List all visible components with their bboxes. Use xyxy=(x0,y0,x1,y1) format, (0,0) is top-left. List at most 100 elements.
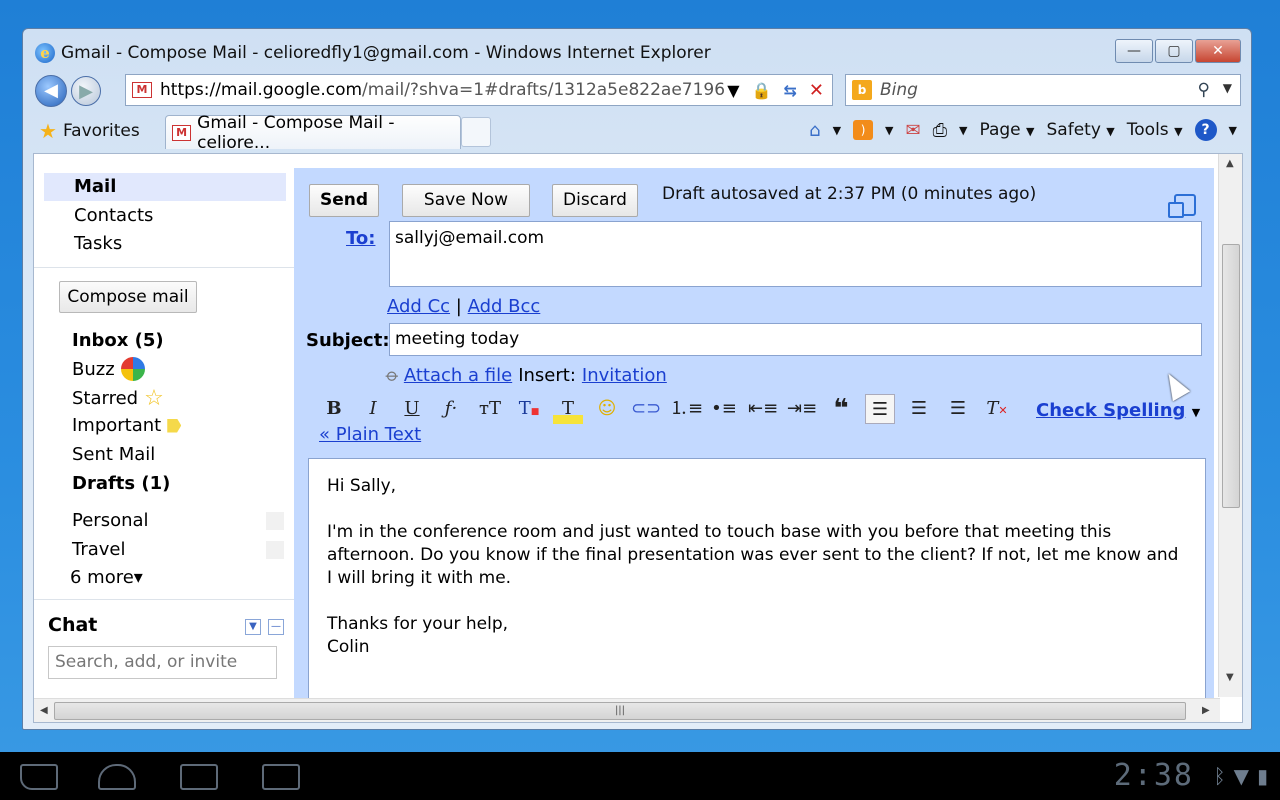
quote-icon[interactable]: ❝ xyxy=(826,394,856,424)
lock-icon[interactable]: 🔒 xyxy=(752,81,772,100)
scroll-right-icon[interactable]: ▶ xyxy=(1202,705,1210,716)
numbered-list-icon[interactable]: ⒈≡ xyxy=(670,394,703,424)
align-center-icon[interactable]: ☰ xyxy=(904,394,934,424)
discard-button[interactable]: Discard xyxy=(552,184,638,217)
vertical-scrollbar[interactable]: ▲ ▼ xyxy=(1218,154,1242,697)
nav-mail[interactable]: Mail xyxy=(44,173,286,201)
nav-contacts[interactable]: Contacts xyxy=(44,202,286,230)
compose-mail-button[interactable]: Compose mail xyxy=(59,281,197,313)
forward-button[interactable]: ▶ xyxy=(71,76,101,106)
important-marker-icon xyxy=(167,418,182,433)
subject-field[interactable]: meeting today xyxy=(389,323,1202,356)
home-icon[interactable]: ⌂ xyxy=(809,120,820,141)
folder-starred[interactable]: Starred ☆ xyxy=(72,386,164,411)
label-color-swatch[interactable] xyxy=(266,512,284,530)
insert-label: Insert: xyxy=(518,365,576,386)
safety-menu[interactable]: Safety ▼ xyxy=(1047,120,1115,140)
more-labels-link[interactable]: 6 more▾ xyxy=(70,567,143,588)
align-left-icon[interactable]: ☰ xyxy=(865,394,895,424)
chat-title: Chat xyxy=(48,614,98,636)
attach-file-link[interactable]: Attach a file xyxy=(404,365,512,386)
stop-icon[interactable]: ✕ xyxy=(809,80,824,101)
search-dropdown-icon[interactable]: ▼ xyxy=(1223,81,1232,95)
label-travel[interactable]: Travel xyxy=(72,539,126,560)
feeds-icon[interactable]: ) xyxy=(853,120,874,140)
search-placeholder: Bing xyxy=(880,80,918,100)
send-button[interactable]: Send xyxy=(309,184,379,217)
recent-apps-icon[interactable] xyxy=(180,764,218,790)
check-spelling-menu[interactable]: Check Spelling ▼ xyxy=(1036,400,1200,421)
minimize-button[interactable]: — xyxy=(1115,39,1153,63)
horizontal-scrollbar[interactable]: ◀ ||| ▶ xyxy=(34,698,1220,722)
chat-minimize-icon[interactable]: — xyxy=(268,619,284,635)
link-icon[interactable]: ⊂⊃ xyxy=(631,394,661,424)
outdent-icon[interactable]: ⇤≡ xyxy=(748,394,778,424)
folder-buzz[interactable]: Buzz xyxy=(72,357,145,381)
new-tab-button[interactable] xyxy=(461,117,491,147)
popout-icon[interactable] xyxy=(1168,194,1196,218)
status-icons: ᛒ ▼ ▮ xyxy=(1214,764,1268,788)
message-body[interactable]: Hi Sally, I'm in the conference room and… xyxy=(308,458,1206,703)
back-nav-icon[interactable] xyxy=(20,764,58,790)
folder-drafts[interactable]: Drafts (1) xyxy=(72,473,170,494)
keyboard-icon[interactable] xyxy=(262,764,300,790)
save-now-button[interactable]: Save Now xyxy=(402,184,530,217)
maximize-button[interactable]: ▢ xyxy=(1155,39,1193,63)
folder-important[interactable]: Important xyxy=(72,415,182,436)
divider xyxy=(34,267,296,268)
add-bcc-link[interactable]: Add Bcc xyxy=(468,296,541,317)
help-icon[interactable]: ? xyxy=(1194,119,1217,141)
label-color-swatch[interactable] xyxy=(266,541,284,559)
print-dropdown-icon[interactable]: ▼ xyxy=(959,124,967,137)
buzz-icon xyxy=(120,357,145,381)
font-size-icon[interactable]: тT xyxy=(475,394,505,424)
url-domain: https://mail.google.com xyxy=(160,80,363,100)
close-button[interactable]: ✕ xyxy=(1195,39,1241,63)
search-box[interactable]: b Bing ⚲ ▼ xyxy=(845,74,1241,106)
vertical-scroll-thumb[interactable] xyxy=(1222,244,1240,508)
address-bar[interactable]: M https://mail.google.com/mail/?shva=1#d… xyxy=(125,74,833,106)
underline-icon[interactable]: U xyxy=(397,394,427,424)
scroll-down-icon[interactable]: ▼ xyxy=(1226,672,1234,683)
feeds-dropdown-icon[interactable]: ▼ xyxy=(885,124,893,137)
tools-menu[interactable]: Tools ▼ xyxy=(1127,120,1183,140)
home-nav-icon[interactable] xyxy=(98,764,136,790)
horizontal-scroll-thumb[interactable]: ||| xyxy=(54,702,1186,720)
chat-options-icon[interactable]: ▼ xyxy=(245,619,261,635)
bold-icon[interactable]: B xyxy=(319,394,349,424)
folder-inbox[interactable]: Inbox (5) xyxy=(72,330,164,351)
indent-icon[interactable]: ⇥≡ xyxy=(787,394,817,424)
favorites-button[interactable]: ★ Favorites xyxy=(39,119,140,143)
scroll-left-icon[interactable]: ◀ xyxy=(40,705,48,716)
chat-search-input[interactable]: Search, add, or invite xyxy=(48,646,277,679)
to-field[interactable]: sallyj@email.com xyxy=(389,221,1202,287)
nav-tasks[interactable]: Tasks xyxy=(44,230,286,258)
home-dropdown-icon[interactable]: ▼ xyxy=(833,124,841,137)
invitation-link[interactable]: Invitation xyxy=(582,365,667,386)
favorites-label: Favorites xyxy=(62,121,140,141)
browser-tab[interactable]: M Gmail - Compose Mail - celiore... xyxy=(165,113,461,153)
emoticon-icon[interactable]: ☺ xyxy=(592,394,622,424)
refresh-icon[interactable]: ⇆ xyxy=(784,81,797,100)
text-color-icon[interactable]: T■ xyxy=(514,394,544,424)
print-icon[interactable]: ⎙ xyxy=(933,120,947,141)
plain-text-link[interactable]: « Plain Text xyxy=(319,424,421,445)
to-label-link[interactable]: To: xyxy=(346,228,375,249)
align-right-icon[interactable]: ☰ xyxy=(943,394,973,424)
bullet-list-icon[interactable]: •≡ xyxy=(709,394,739,424)
remove-formatting-icon[interactable]: T✕ xyxy=(982,394,1012,424)
scroll-up-icon[interactable]: ▲ xyxy=(1226,158,1234,169)
folder-sent[interactable]: Sent Mail xyxy=(72,444,155,465)
add-cc-link[interactable]: Add Cc xyxy=(387,296,450,317)
italic-icon[interactable]: I xyxy=(358,394,388,424)
address-dropdown-icon[interactable]: ▼ xyxy=(727,81,739,100)
page-menu[interactable]: Page ▼ xyxy=(979,120,1034,140)
font-icon[interactable]: ƒ· xyxy=(436,394,466,424)
search-icon[interactable]: ⚲ xyxy=(1198,80,1210,100)
mail-icon[interactable]: ✉ xyxy=(906,120,921,141)
highlight-icon[interactable]: T xyxy=(553,394,583,424)
label-personal[interactable]: Personal xyxy=(72,510,149,531)
help-dropdown-icon[interactable]: ▼ xyxy=(1229,124,1237,137)
back-button[interactable]: ◀ xyxy=(35,75,67,107)
bing-icon: b xyxy=(852,80,872,100)
